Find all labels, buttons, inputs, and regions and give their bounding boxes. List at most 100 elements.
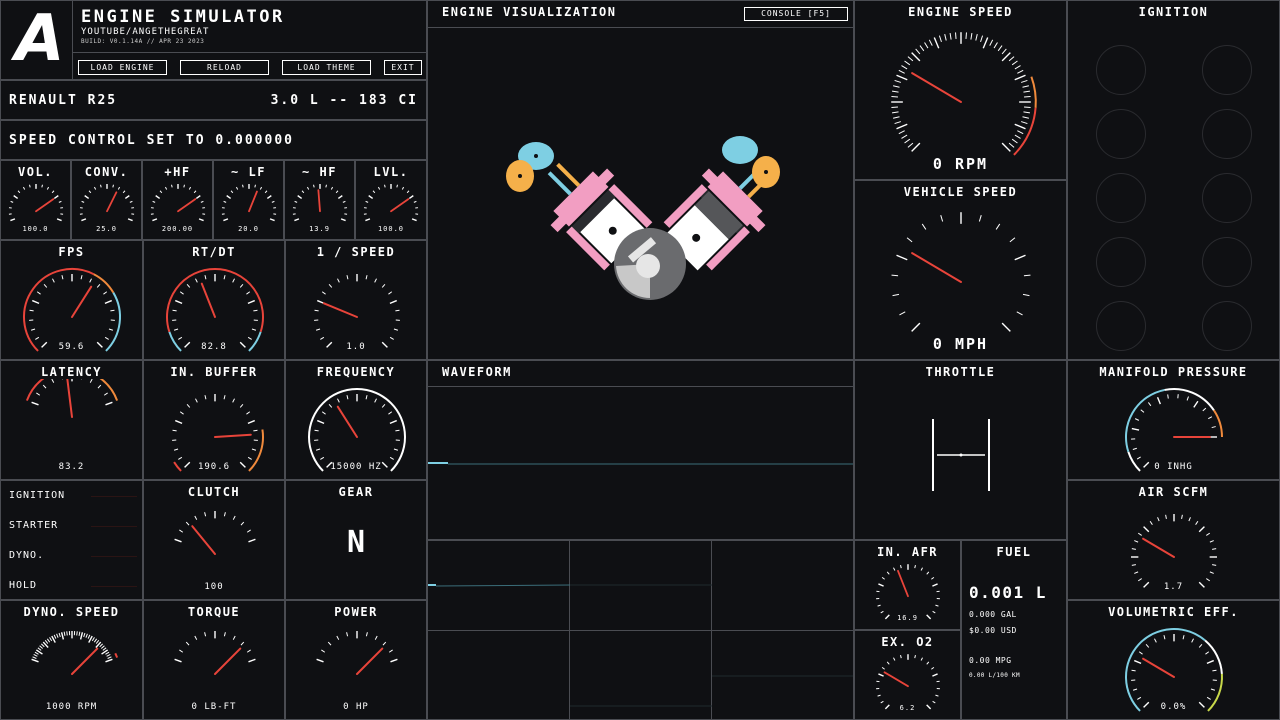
gauge-tick [1147, 402, 1152, 407]
gauge-tick [17, 190, 21, 194]
gear-value: N [346, 525, 366, 560]
gauge-tick [1138, 651, 1143, 655]
gauge-tick [1132, 447, 1137, 450]
gauge-tick [1134, 659, 1142, 665]
gauge-tick [271, 200, 275, 203]
gauge-tick [1186, 396, 1189, 401]
gauge-tick [204, 395, 207, 400]
dyno-speed-panel: DYNO. SPEED 1000 RPM [0, 600, 143, 720]
gauge-tick [1206, 696, 1211, 700]
throttle-indicator[interactable] [931, 417, 993, 493]
gauge-tick [320, 456, 325, 460]
signal-hold-line [91, 586, 137, 587]
gauge-tick [33, 654, 38, 657]
gauge-tick [878, 673, 884, 677]
gauge-tick [919, 45, 925, 52]
gauge-tick [1001, 142, 1011, 152]
gauge-tick [232, 398, 235, 403]
vol-eff-panel: VOLUMETRIC EFF. 0.0% [1067, 600, 1280, 720]
gauge-tick [53, 195, 59, 199]
header-panel: A ENGINE SIMULATOR YOUTUBE/ANGETHEGREAT … [0, 0, 427, 80]
latency-value: 83.2 [58, 462, 85, 472]
gauge-tick [1020, 79, 1028, 83]
gauge-tick [1140, 409, 1145, 413]
gauge-needle [66, 379, 73, 418]
gauge-tick [1156, 397, 1162, 405]
gauge-tick [365, 632, 368, 637]
speed-control-panel: SPEED CONTROL SET TO 0.000000 [0, 120, 427, 160]
gauge-needle [71, 285, 93, 318]
gauge-tick [995, 223, 1001, 230]
gauge-tick [413, 200, 417, 203]
load-engine-button[interactable]: LOAD ENGINE [78, 60, 167, 75]
gauge-needle [897, 569, 909, 598]
reload-button[interactable]: RELOAD [180, 60, 269, 75]
gauge-tick [251, 328, 257, 331]
gauge-tick [896, 123, 908, 130]
gauge-tick [36, 392, 41, 396]
gauge-tick [13, 195, 19, 199]
gauge-needle [911, 72, 962, 103]
gauge-needle [336, 405, 358, 438]
gauge-tick [179, 411, 184, 415]
gauge-tick [171, 184, 173, 188]
gauge-tick [49, 637, 53, 642]
gauge-tick [396, 184, 398, 188]
ignition-cylinder-indicator [1202, 109, 1252, 159]
frequency-panel: FREQUENCY 15000 HZ [285, 360, 427, 480]
gauge-tick [372, 190, 376, 194]
gauge-tick [906, 237, 913, 243]
power-title: POWER [334, 605, 378, 619]
gauge-tick [235, 186, 239, 190]
signal-ignition: IGNITION [9, 490, 66, 501]
gauge-tick [96, 283, 101, 288]
gauge-tick [56, 633, 59, 638]
gauge-tick [337, 278, 340, 283]
gauge-tick [978, 215, 982, 222]
gauge-tick [204, 512, 207, 517]
manifold-title: MANIFOLD PRESSURE [1099, 365, 1248, 379]
gauge-tick [1014, 254, 1026, 261]
waveform-panel: WAVEFORM [427, 360, 854, 540]
gauge-tick [1167, 394, 1169, 399]
small-gauge-title: LVL. [373, 165, 409, 179]
small-gauge-value: 20.0 [238, 225, 259, 233]
gauge-needle [1142, 537, 1175, 558]
load-theme-button[interactable]: LOAD THEME [282, 60, 371, 75]
gauge-arc [1164, 388, 1215, 411]
in-buffer-value: 190.6 [197, 462, 231, 472]
engine-name: RENAULT R25 [9, 93, 118, 108]
waveform-trace [428, 462, 853, 465]
gauge-tick [1131, 564, 1136, 566]
gauge-tick [1023, 111, 1031, 114]
gauge-tick [185, 641, 190, 646]
gauge-tick [22, 186, 26, 190]
gauge-arc [25, 379, 45, 401]
scope-grid-panel [427, 540, 854, 720]
in-buffer-title: IN. BUFFER [170, 365, 258, 379]
inv-speed-title: 1 / SPEED [316, 245, 396, 259]
console-button[interactable]: CONSOLE [F5] [744, 7, 848, 21]
gauge-tick [248, 658, 256, 663]
gauge-tick [911, 142, 921, 152]
gauge-needle [1142, 657, 1175, 678]
gauge-tick [105, 401, 113, 406]
gauge-tick [93, 186, 97, 190]
gauge-tick [223, 512, 226, 517]
gauge-tick [901, 134, 908, 139]
gauge-tick [932, 673, 938, 677]
exit-button[interactable]: EXIT [384, 60, 422, 75]
gauge-tick [246, 649, 251, 653]
gauge-tick [932, 583, 938, 587]
gauge-tick [247, 299, 255, 305]
gauge-needle [390, 198, 410, 213]
gauge-tick [195, 195, 201, 199]
gauge-tick [1193, 400, 1199, 408]
gauge-tick [337, 398, 340, 403]
gauge-tick [365, 218, 371, 222]
gauge-tick [1209, 571, 1214, 574]
small-gauge-panel: CONV. 25.0 [71, 160, 142, 240]
gauge-tick [1136, 456, 1141, 460]
gauge-tick [1143, 526, 1150, 533]
gauge-tick [900, 654, 902, 659]
